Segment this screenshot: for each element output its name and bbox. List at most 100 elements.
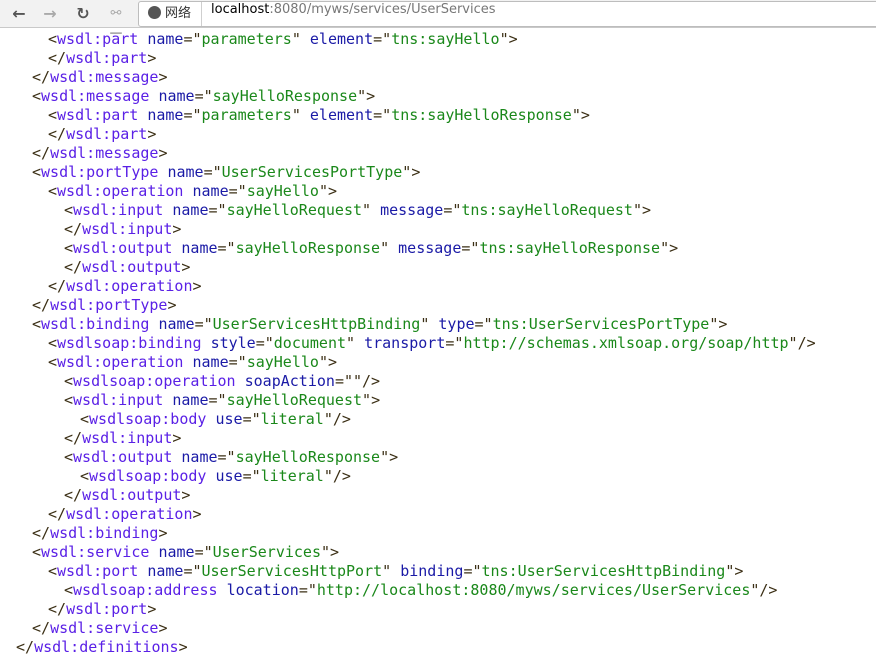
attribute-name: name (172, 391, 209, 409)
attribute-equals: =" (183, 106, 202, 124)
tag-name: wsdl:operation (57, 182, 184, 200)
tag-name: wsdlsoap:operation (73, 372, 236, 390)
tag-bracket: > (172, 429, 182, 447)
attribute-value: sayHelloRequest (226, 391, 363, 409)
tag-name: wsdl:output (82, 258, 182, 276)
globe-icon (148, 6, 161, 19)
xml-source-view: <wsdl:part name="parameters" element="tn… (0, 30, 816, 657)
tag-bracket: < (48, 182, 58, 200)
attribute-equals: =" (228, 353, 247, 371)
tag-bracket: > (734, 562, 744, 580)
arrow-right-icon: → (43, 4, 57, 23)
attribute-equals: =" (217, 448, 236, 466)
tag-name: wsdl:service (41, 543, 150, 561)
attribute-quote: " (318, 182, 328, 200)
attribute-quote: " (357, 87, 367, 105)
tag-bracket: </ (48, 125, 67, 143)
tag-bracket: </ (64, 429, 83, 447)
attribute-name: location (226, 581, 299, 599)
attribute-value: http://schemas.xmlsoap.org/soap/http (463, 334, 789, 352)
attribute-value: tns:sayHelloResponse (391, 106, 572, 124)
tag-bracket: > (327, 182, 337, 200)
xml-line: </wsdl:input> (64, 220, 816, 239)
tag-name: wsdl:part (66, 49, 148, 67)
xml-line: </wsdl:service> (32, 619, 816, 638)
attribute-name: element (309, 30, 374, 48)
attribute-value: literal (260, 467, 324, 485)
tag-bracket: </ (48, 49, 67, 67)
attribute-name: message (380, 201, 444, 219)
attribute-value: UserServices (212, 543, 321, 561)
reload-icon: ↻ (76, 4, 90, 23)
reload-button[interactable]: ↻ (73, 4, 93, 24)
xml-line: <wsdlsoap:body use="literal"/> (80, 410, 816, 429)
address-bar[interactable]: 网络 localhost:8080/myws/services/UserServ… (138, 1, 876, 27)
url-text[interactable]: localhost:8080/myws/services/UserService… (211, 2, 496, 17)
tag-bracket: > (192, 505, 202, 523)
tag-bracket: > (147, 125, 157, 143)
tag-bracket: < (48, 106, 58, 124)
tag-name: wsdl:output (82, 486, 182, 504)
tag-name: wsdl:input (82, 220, 173, 238)
attribute-name: name (192, 182, 229, 200)
arrow-left-icon: ← (12, 4, 26, 23)
attribute-quote: " (402, 163, 412, 181)
tag-bracket: < (48, 562, 58, 580)
attribute-name: use (215, 410, 243, 428)
attribute-name: soapAction (244, 372, 335, 390)
security-chip[interactable]: 网络 (139, 2, 202, 26)
attribute-quote: " (571, 106, 581, 124)
xml-line: </wsdl:output> (64, 258, 816, 277)
xml-line: </wsdl:part> (48, 125, 816, 144)
tag-bracket: > (411, 163, 421, 181)
tag-bracket: > (371, 391, 381, 409)
attribute-name: name (192, 353, 229, 371)
xml-line: <wsdl:message name="sayHelloResponse"> (32, 87, 816, 106)
xml-line: </wsdl:message> (32, 68, 816, 87)
attribute-name: transport (364, 334, 446, 352)
xml-line: <wsdlsoap:address location="http://local… (64, 581, 816, 600)
xml-line: <wsdl:input name="sayHelloRequest"> (64, 391, 816, 410)
attribute-equals: =" (194, 315, 213, 333)
xml-line: <wsdl:operation name="sayHello"> (48, 353, 816, 372)
tag-name: wsdl:part (66, 125, 148, 143)
tag-bracket: < (64, 372, 74, 390)
tag-name: wsdl:binding (41, 315, 150, 333)
forward-button[interactable]: → (40, 4, 60, 24)
tag-bracket: </ (32, 296, 51, 314)
attribute-equals: =" (373, 106, 392, 124)
attribute-name: name (158, 315, 195, 333)
tag-name: wsdl:operation (57, 353, 184, 371)
tag-name: wsdl:port (57, 562, 139, 580)
attribute-value: tns:sayHelloRequest (461, 201, 633, 219)
tag-name: wsdl:service (50, 619, 159, 637)
attribute-name: style (210, 334, 256, 352)
tag-bracket: </ (48, 600, 67, 618)
attribute-quote: " (323, 467, 333, 485)
attribute-value: parameters (201, 106, 292, 124)
key-button[interactable]: ⚯— (106, 4, 126, 41)
attribute-equals: =" (242, 410, 261, 428)
attribute-value: sayHello (246, 353, 319, 371)
xml-line: </wsdl:output> (64, 486, 816, 505)
back-button[interactable]: ← (9, 4, 29, 24)
xml-line: </wsdl:definitions> (16, 638, 816, 657)
attribute-value: UserServicesHttpPort (201, 562, 383, 580)
attribute-equals: =" (298, 581, 317, 599)
attribute-equals: =" (443, 201, 462, 219)
tag-name: wsdl:part (57, 106, 139, 124)
tag-bracket: < (32, 543, 42, 561)
xml-line: <wsdlsoap:body use="literal"/> (80, 467, 816, 486)
xml-line: <wsdl:part name="parameters" element="tn… (48, 30, 816, 49)
tag-bracket: </ (32, 68, 51, 86)
attribute-name: binding (400, 562, 464, 580)
xml-line: </wsdl:operation> (48, 505, 816, 524)
attribute-quote: " (291, 30, 301, 48)
attribute-equals: =" (445, 334, 464, 352)
attribute-value: UserServicesPortType (221, 163, 403, 181)
attribute-quote: " (353, 372, 363, 390)
attribute-equals: =" (228, 182, 247, 200)
attribute-quote: " (788, 334, 798, 352)
tag-name: wsdl:input (73, 201, 164, 219)
attribute-equals: =" (255, 334, 274, 352)
